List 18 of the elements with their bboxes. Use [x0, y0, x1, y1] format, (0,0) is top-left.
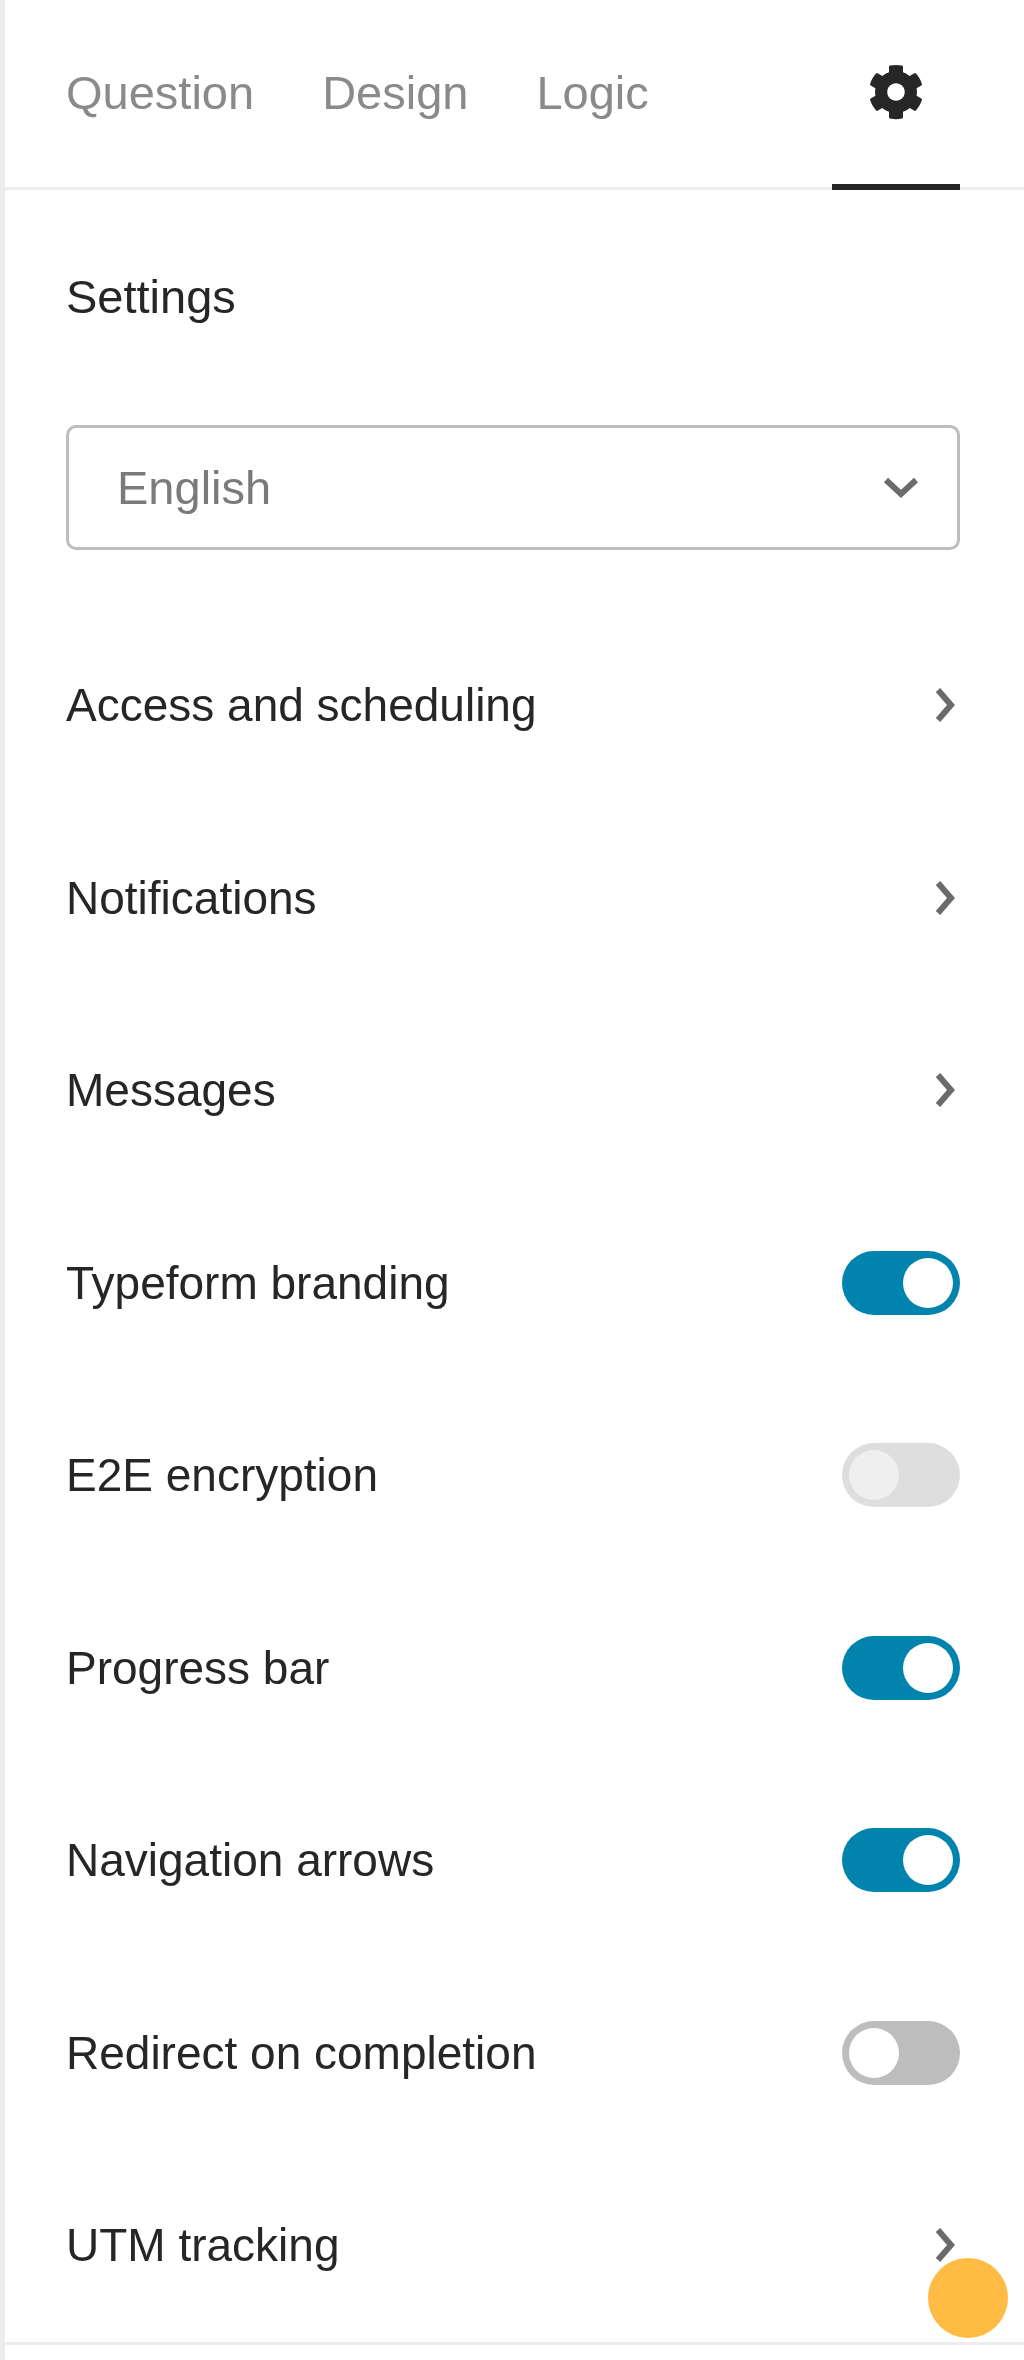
menu-item[interactable]: UTM tracking: [66, 2218, 340, 2273]
setting-label: Typeform branding: [66, 1255, 450, 1310]
section-heading: Settings: [66, 268, 236, 324]
language-select[interactable]: English: [66, 425, 960, 550]
setting-label: Progress bar: [66, 1640, 330, 1695]
chevron-down-icon: [883, 476, 919, 499]
chevron-right-icon: [934, 686, 956, 725]
select-value: English: [117, 460, 272, 515]
menu-item[interactable]: Access and scheduling: [66, 678, 537, 733]
chevron-right-icon: [934, 1071, 956, 1110]
setting-label: Navigation arrows: [66, 1833, 435, 1888]
chevron-right-icon: [934, 2226, 956, 2265]
setting-label: Redirect on completion: [66, 2025, 537, 2080]
menu-item[interactable]: Messages: [66, 1063, 276, 1118]
chevron-right-icon: [934, 878, 956, 917]
settings-icon: [868, 64, 924, 120]
menu-item[interactable]: Notifications: [66, 870, 317, 925]
setting-label: E2E encryption: [66, 1448, 378, 1503]
